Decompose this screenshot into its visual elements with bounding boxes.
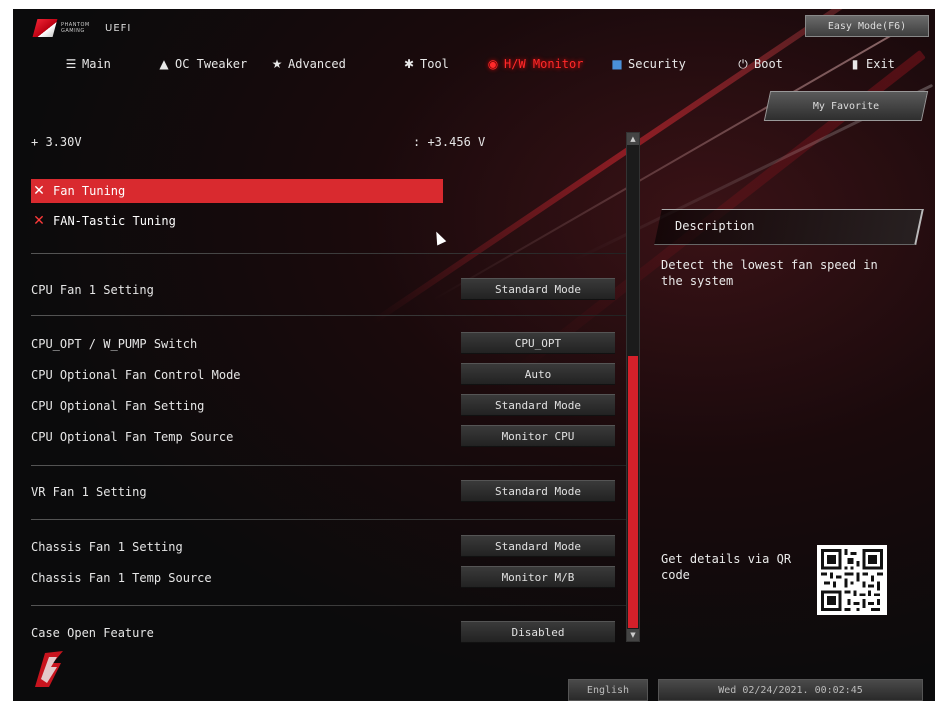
tweaker-icon: ▲ — [159, 57, 169, 71]
fan-tastic-tuning-item[interactable]: ✕ FAN-Tastic Tuning — [31, 213, 176, 229]
wrench-icon: ✕ — [33, 213, 45, 229]
scroll-down-icon[interactable]: ▼ — [627, 629, 639, 641]
tab-boot[interactable]: ⏻ Boot — [737, 51, 783, 77]
bios-screen: PHANTOM GAMING UEFI Easy Mode(F6) ☰ Main… — [13, 9, 935, 701]
chassis-temp-label: Chassis Fan 1 Temp Source — [31, 571, 212, 585]
opt-temp-label: CPU Optional Fan Temp Source — [31, 430, 234, 444]
fan-tuning-label: Fan Tuning — [53, 184, 126, 198]
logo-mark-icon — [32, 19, 58, 37]
tab-label: OC Tweaker — [175, 57, 248, 71]
opt-setting-label: CPU Optional Fan Setting — [31, 399, 205, 413]
tab-label: H/W Monitor — [504, 57, 584, 71]
phantom-gaming-emblem-icon — [35, 651, 63, 687]
description-title: Description — [675, 219, 755, 233]
opt-setting-select[interactable]: Standard Mode — [461, 394, 615, 416]
separator — [31, 519, 628, 520]
fan-tastic-label: FAN-Tastic Tuning — [53, 214, 176, 228]
phantom-gaming-logo: PHANTOM GAMING UEFI — [32, 19, 132, 37]
tab-label: Boot — [754, 57, 783, 71]
tab-oc-tweaker[interactable]: ▲ OC Tweaker — [158, 51, 247, 77]
cpu-fan1-select[interactable]: Standard Mode — [461, 278, 615, 300]
vr-fan-label: VR Fan 1 Setting — [31, 485, 147, 499]
tab-label: Advanced — [288, 57, 346, 71]
voltage-label: + 3.30V — [31, 135, 82, 149]
star-icon: ★ — [271, 57, 283, 71]
list-scrollbar[interactable]: ▲ ▼ — [626, 132, 640, 642]
scroll-up-icon[interactable]: ▲ — [627, 133, 639, 145]
favorite-label: My Favorite — [812, 100, 880, 112]
qr-caption: Get details via QR code — [661, 552, 792, 582]
my-favorite-button[interactable]: My Favorite — [763, 91, 929, 121]
opt-switch-select[interactable]: CPU_OPT — [461, 332, 615, 354]
vr-fan-select[interactable]: Standard Mode — [461, 480, 615, 502]
voltage-value: : +3.456 V — [413, 135, 486, 149]
opt-ctrl-select[interactable]: Auto — [461, 363, 615, 385]
tool-icon: ✱ — [403, 57, 415, 71]
scroll-thumb[interactable] — [628, 356, 638, 628]
easy-mode-button[interactable]: Easy Mode(F6) — [805, 15, 929, 37]
chassis-temp-select[interactable]: Monitor M/B — [461, 566, 615, 588]
brand-line-2: GAMING — [61, 28, 85, 34]
main-nav: ☰ Main ▲ OC Tweaker ★ Advanced ✱ Tool ◉ … — [13, 51, 935, 77]
tab-label: Security — [628, 57, 686, 71]
tab-exit[interactable]: ▮ Exit — [849, 51, 895, 77]
uefi-label: UEFI — [105, 22, 132, 34]
chassis-fan-select[interactable]: Standard Mode — [461, 535, 615, 557]
tab-label: Main — [82, 57, 111, 71]
case-open-select[interactable]: Disabled — [461, 621, 615, 643]
tab-label: Tool — [420, 57, 449, 71]
separator — [31, 465, 628, 466]
tab-main[interactable]: ☰ Main — [65, 51, 111, 77]
logo-brand: PHANTOM GAMING — [61, 22, 99, 34]
case-open-label: Case Open Feature — [31, 626, 154, 640]
cpu-fan1-label: CPU Fan 1 Setting — [31, 283, 154, 297]
datetime-display: Wed 02/24/2021. 00:02:45 — [658, 679, 923, 701]
chassis-fan-label: Chassis Fan 1 Setting — [31, 540, 183, 554]
separator — [31, 253, 628, 254]
wrench-icon: ✕ — [33, 183, 45, 199]
qr-code-icon — [817, 545, 887, 615]
tab-tool[interactable]: ✱ Tool — [403, 51, 449, 77]
tab-security[interactable]: ■ Security — [611, 51, 686, 77]
language-button[interactable]: English — [568, 679, 648, 701]
description-text: Detect the lowest fan speed in the syste… — [661, 258, 878, 288]
monitor-icon: ◉ — [487, 57, 499, 71]
list-icon: ☰ — [65, 57, 77, 71]
opt-ctrl-label: CPU Optional Fan Control Mode — [31, 368, 241, 382]
tab-label: Exit — [866, 57, 895, 71]
tab-hw-monitor[interactable]: ◉ H/W Monitor — [487, 51, 584, 77]
separator — [31, 605, 628, 606]
settings-list: + 3.30V : +3.456 V ✕ Fan Tuning ✕ FAN-Ta… — [13, 119, 628, 649]
tab-advanced[interactable]: ★ Advanced — [271, 51, 346, 77]
opt-temp-select[interactable]: Monitor CPU — [461, 425, 615, 447]
separator — [31, 315, 628, 316]
fan-tuning-item[interactable]: ✕ Fan Tuning — [31, 183, 125, 199]
opt-switch-label: CPU_OPT / W_PUMP Switch — [31, 337, 198, 351]
shield-icon: ■ — [611, 57, 623, 71]
power-icon: ⏻ — [738, 56, 748, 71]
exit-icon: ▮ — [851, 57, 859, 71]
